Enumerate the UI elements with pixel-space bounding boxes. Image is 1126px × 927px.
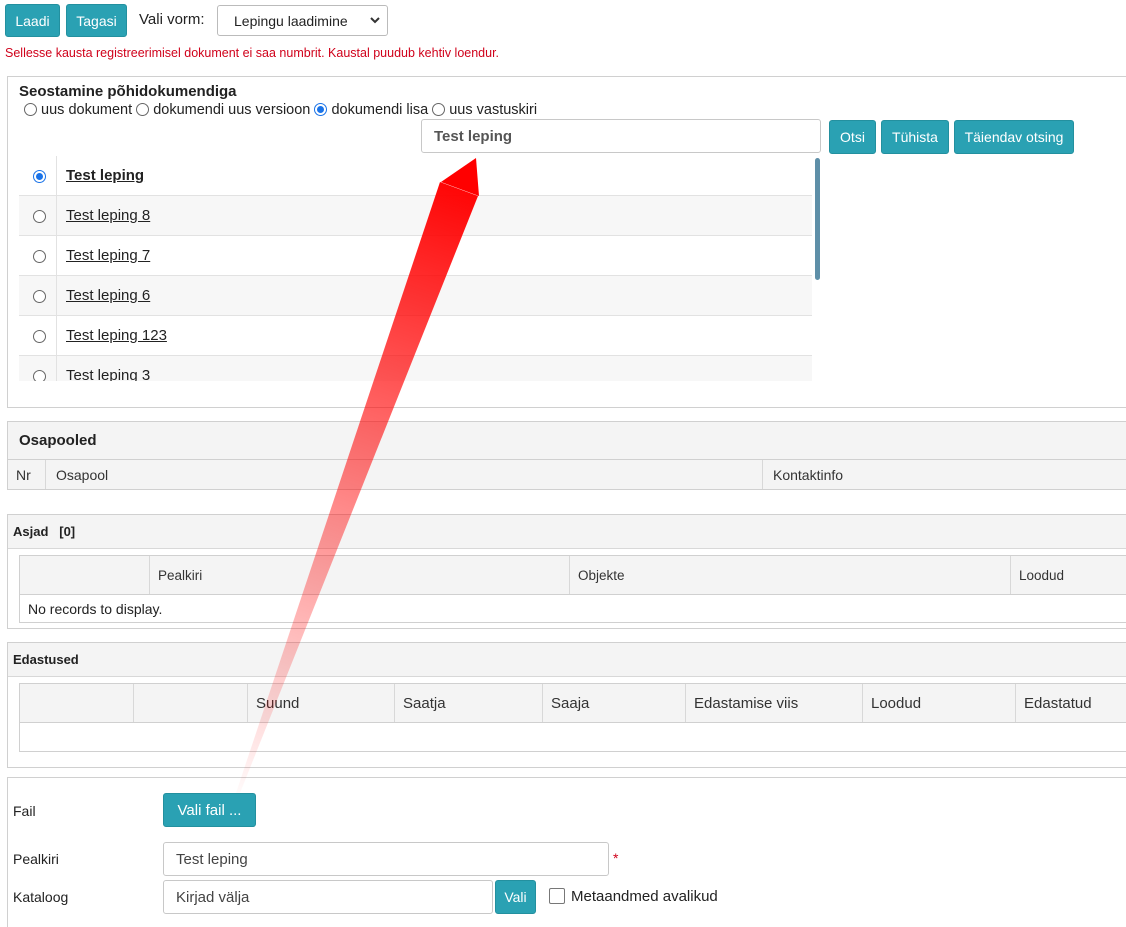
radio-icon[interactable] [33,330,46,343]
column-header: Nr [8,460,46,489]
forwardings-title: Edastused [13,652,79,667]
choose-file-button[interactable]: Vali fail ... [163,793,256,827]
result-link[interactable]: Test leping 8 [66,207,150,224]
column-header: Edastatud [1024,694,1092,712]
list-item[interactable]: Test leping 3 [19,356,812,381]
catalog-input[interactable]: Kirjad välja [163,880,493,914]
radio-icon[interactable] [33,210,46,223]
column-header: Osapool [46,460,763,489]
form-select[interactable]: Lepingu laadimine [217,5,388,36]
result-link[interactable]: Test leping 6 [66,287,150,304]
metadata-public-label: Metaandmed avalikud [571,888,718,905]
document-search-input[interactable]: Test leping [421,119,821,153]
file-label: Fail [13,803,36,819]
cases-header [8,515,1126,549]
title-label: Pealkiri [13,851,59,867]
column-header: Saatja [395,684,543,722]
chevron-down-icon [369,12,381,31]
list-item[interactable]: Test leping 8 [19,196,812,236]
radio-icon [432,103,446,116]
radio-icon [24,103,37,116]
column-header: Kontaktinfo [773,466,844,483]
column-header: Pealkiri [150,556,570,594]
empty-table-message: No records to display. [28,601,163,617]
parties-title: Osapooled [19,432,97,449]
cases-title: Asjad [0] [13,524,76,539]
form-select-value: Lepingu laadimine [234,13,348,29]
column-header [134,684,248,722]
form-select-label: Vali vorm: [139,11,205,28]
forwardings-table-header: Suund Saatja Saaja Edastamise viis Loodu… [20,684,1126,723]
advanced-search-button[interactable]: Täiendav otsing [954,120,1074,154]
column-header: Edastamise viis [686,684,863,722]
forwardings-header [8,643,1126,677]
result-link[interactable]: Test leping 7 [66,247,150,264]
clear-button[interactable]: Tühista [881,120,949,154]
relation-radio-group: uus dokument dokumendi uus versioon doku… [24,102,537,118]
list-item[interactable]: Test leping 123 [19,316,812,356]
cases-count-badge: [0] [59,524,76,539]
column-header: Suund [248,684,395,722]
radio-icon[interactable] [33,370,46,381]
choose-catalog-button[interactable]: Vali [495,880,536,914]
radio-reply[interactable]: uus vastuskiri [432,102,537,118]
cases-table: Pealkiri Objekte Loodud No records to di… [19,555,1126,623]
parties-table-header: Nr Osapool Kontaktinfo [8,459,1126,489]
error-message: Sellesse kausta registreerimisel dokumen… [5,46,500,60]
required-mark: * [613,850,619,866]
back-button[interactable]: Tagasi [66,4,127,37]
result-link[interactable]: Test leping [66,167,144,184]
list-item[interactable]: Test leping [19,156,812,196]
load-button[interactable]: Laadi [5,4,60,37]
radio-checked-icon[interactable] [33,170,46,183]
column-header: Loodud [863,684,1016,722]
radio-icon [136,103,150,116]
forwardings-table: Suund Saatja Saaja Edastamise viis Loodu… [19,683,1126,752]
cases-table-header: Pealkiri Objekte Loodud [20,556,1126,595]
result-link[interactable]: Test leping 123 [66,327,167,344]
list-item[interactable]: Test leping 6 [19,276,812,316]
radio-attachment[interactable]: dokumendi lisa [314,102,428,118]
column-header: Objekte [570,556,1011,594]
catalog-label: Kataloog [13,889,69,905]
results-scrollbar[interactable] [815,158,820,280]
title-input[interactable]: Test leping [163,842,609,876]
radio-icon[interactable] [33,290,46,303]
radio-checked-icon [314,103,328,116]
column-header [20,684,134,722]
radio-icon[interactable] [33,250,46,263]
column-header: Saaja [543,684,686,722]
radio-new-document[interactable]: uus dokument [24,102,132,118]
link-section-title: Seostamine põhidokumendiga [19,83,237,100]
search-button[interactable]: Otsi [829,120,876,154]
column-header [20,556,150,594]
list-item[interactable]: Test leping 7 [19,236,812,276]
column-header: Loodud [1019,567,1065,583]
metadata-public-checkbox[interactable] [549,888,565,904]
result-link[interactable]: Test leping 3 [66,367,150,381]
radio-new-version[interactable]: dokumendi uus versioon [136,102,310,118]
